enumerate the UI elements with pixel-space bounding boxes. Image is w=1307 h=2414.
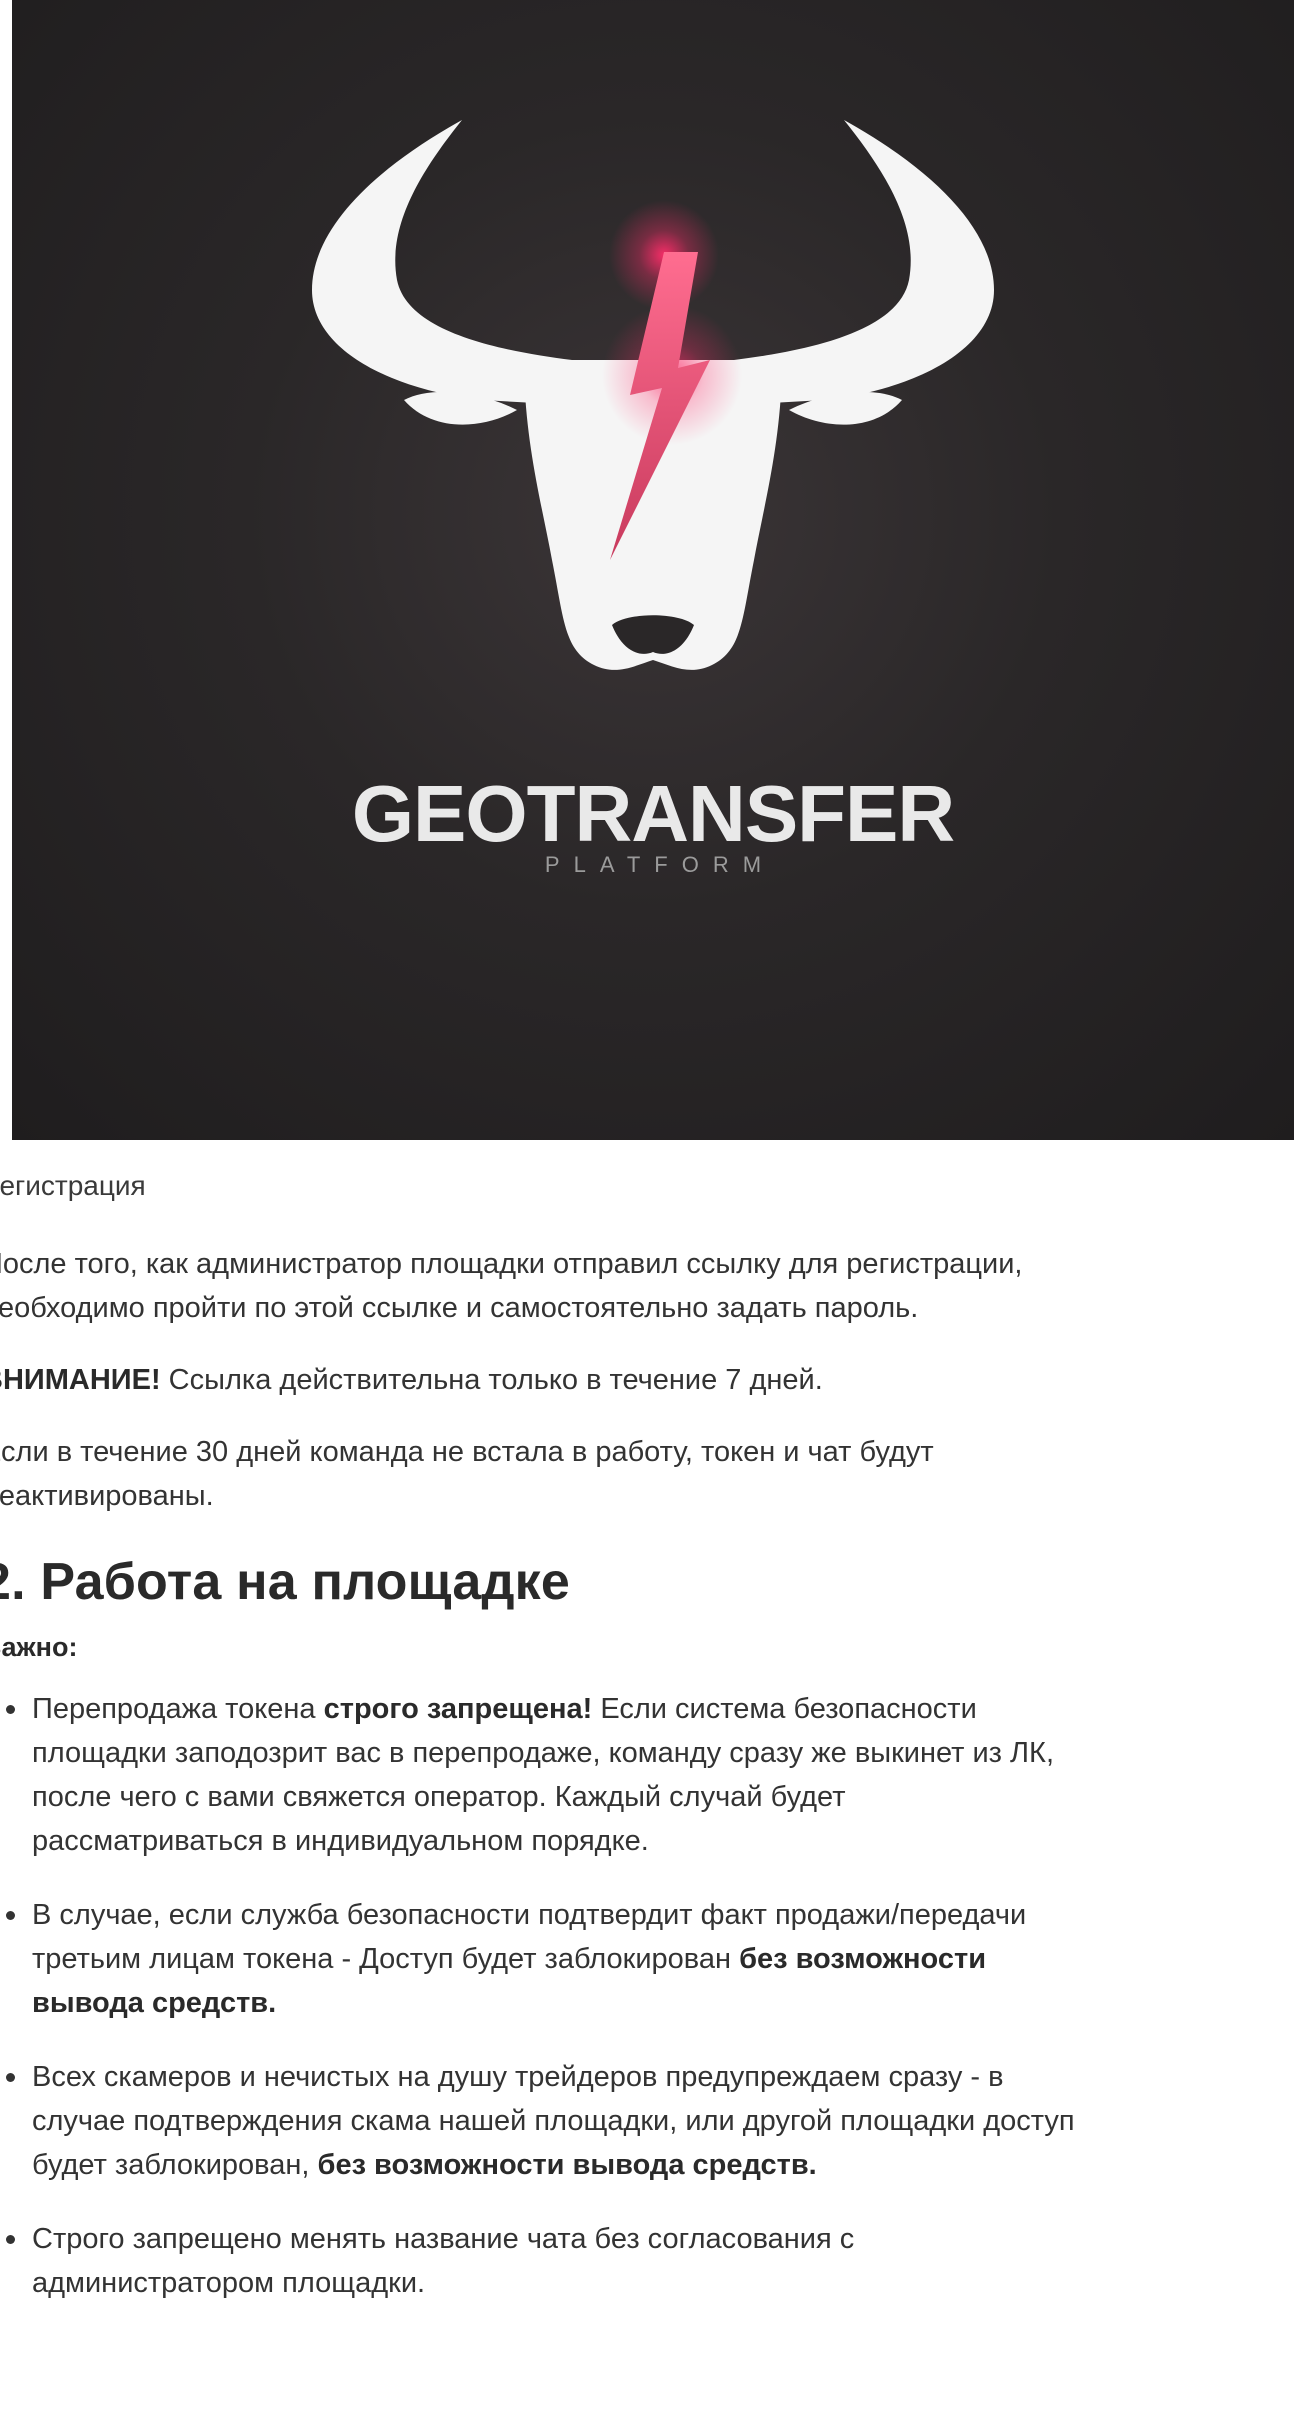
list-item: Перепродажа токена строго запрещена! Есл… [0, 1687, 1307, 1863]
warning-paragraph: ВНИМАНИЕ! Ссылка действительна только в … [0, 1358, 1307, 1402]
rules-list: Перепродажа токена строго запрещена! Есл… [0, 1687, 1307, 2305]
bullet-icon [6, 1911, 15, 1920]
list-item: В случае, если служба безопасности подтв… [0, 1893, 1307, 2025]
section-heading: 2. Работа на площадке [0, 1553, 571, 1611]
registration-line-1: После того, как администратор площадки о… [0, 1248, 1023, 1280]
important-label: Важно: [0, 1632, 78, 1662]
warning-text: Ссылка действительна только в течение 7 … [160, 1364, 823, 1396]
hero-logo-banner: GEOTRANSFER PLATFORM [12, 0, 1294, 1140]
registration-line-2: необходимо пройти по этой ссылке и самос… [0, 1292, 919, 1324]
list-item: Всех скамеров и нечистых на душу трейдер… [0, 2055, 1307, 2187]
inactivity-paragraph: Если в течение 30 дней команда не встала… [0, 1430, 1307, 1518]
warning-label: ВНИМАНИЕ! [0, 1364, 161, 1396]
brand-subtitle: PLATFORM [544, 852, 776, 877]
image-caption: Регистрация [0, 1170, 146, 1201]
bullet-icon [6, 2073, 15, 2082]
bullet-icon [6, 1705, 15, 1714]
list-item: Строго запрещено менять название чата бе… [0, 2217, 1307, 2305]
registration-paragraph: После того, как администратор площадки о… [0, 1242, 1307, 1330]
bull-lightning-logo-icon [312, 120, 994, 670]
inactivity-line-2: деактивированы. [0, 1480, 214, 1512]
article-content: Регистрация После того, как администрато… [0, 1170, 1307, 2305]
bullet-icon [6, 2235, 15, 2244]
brand-name: GEOTRANSFER [351, 769, 955, 858]
inactivity-line-1: Если в течение 30 дней команда не встала… [0, 1436, 934, 1468]
